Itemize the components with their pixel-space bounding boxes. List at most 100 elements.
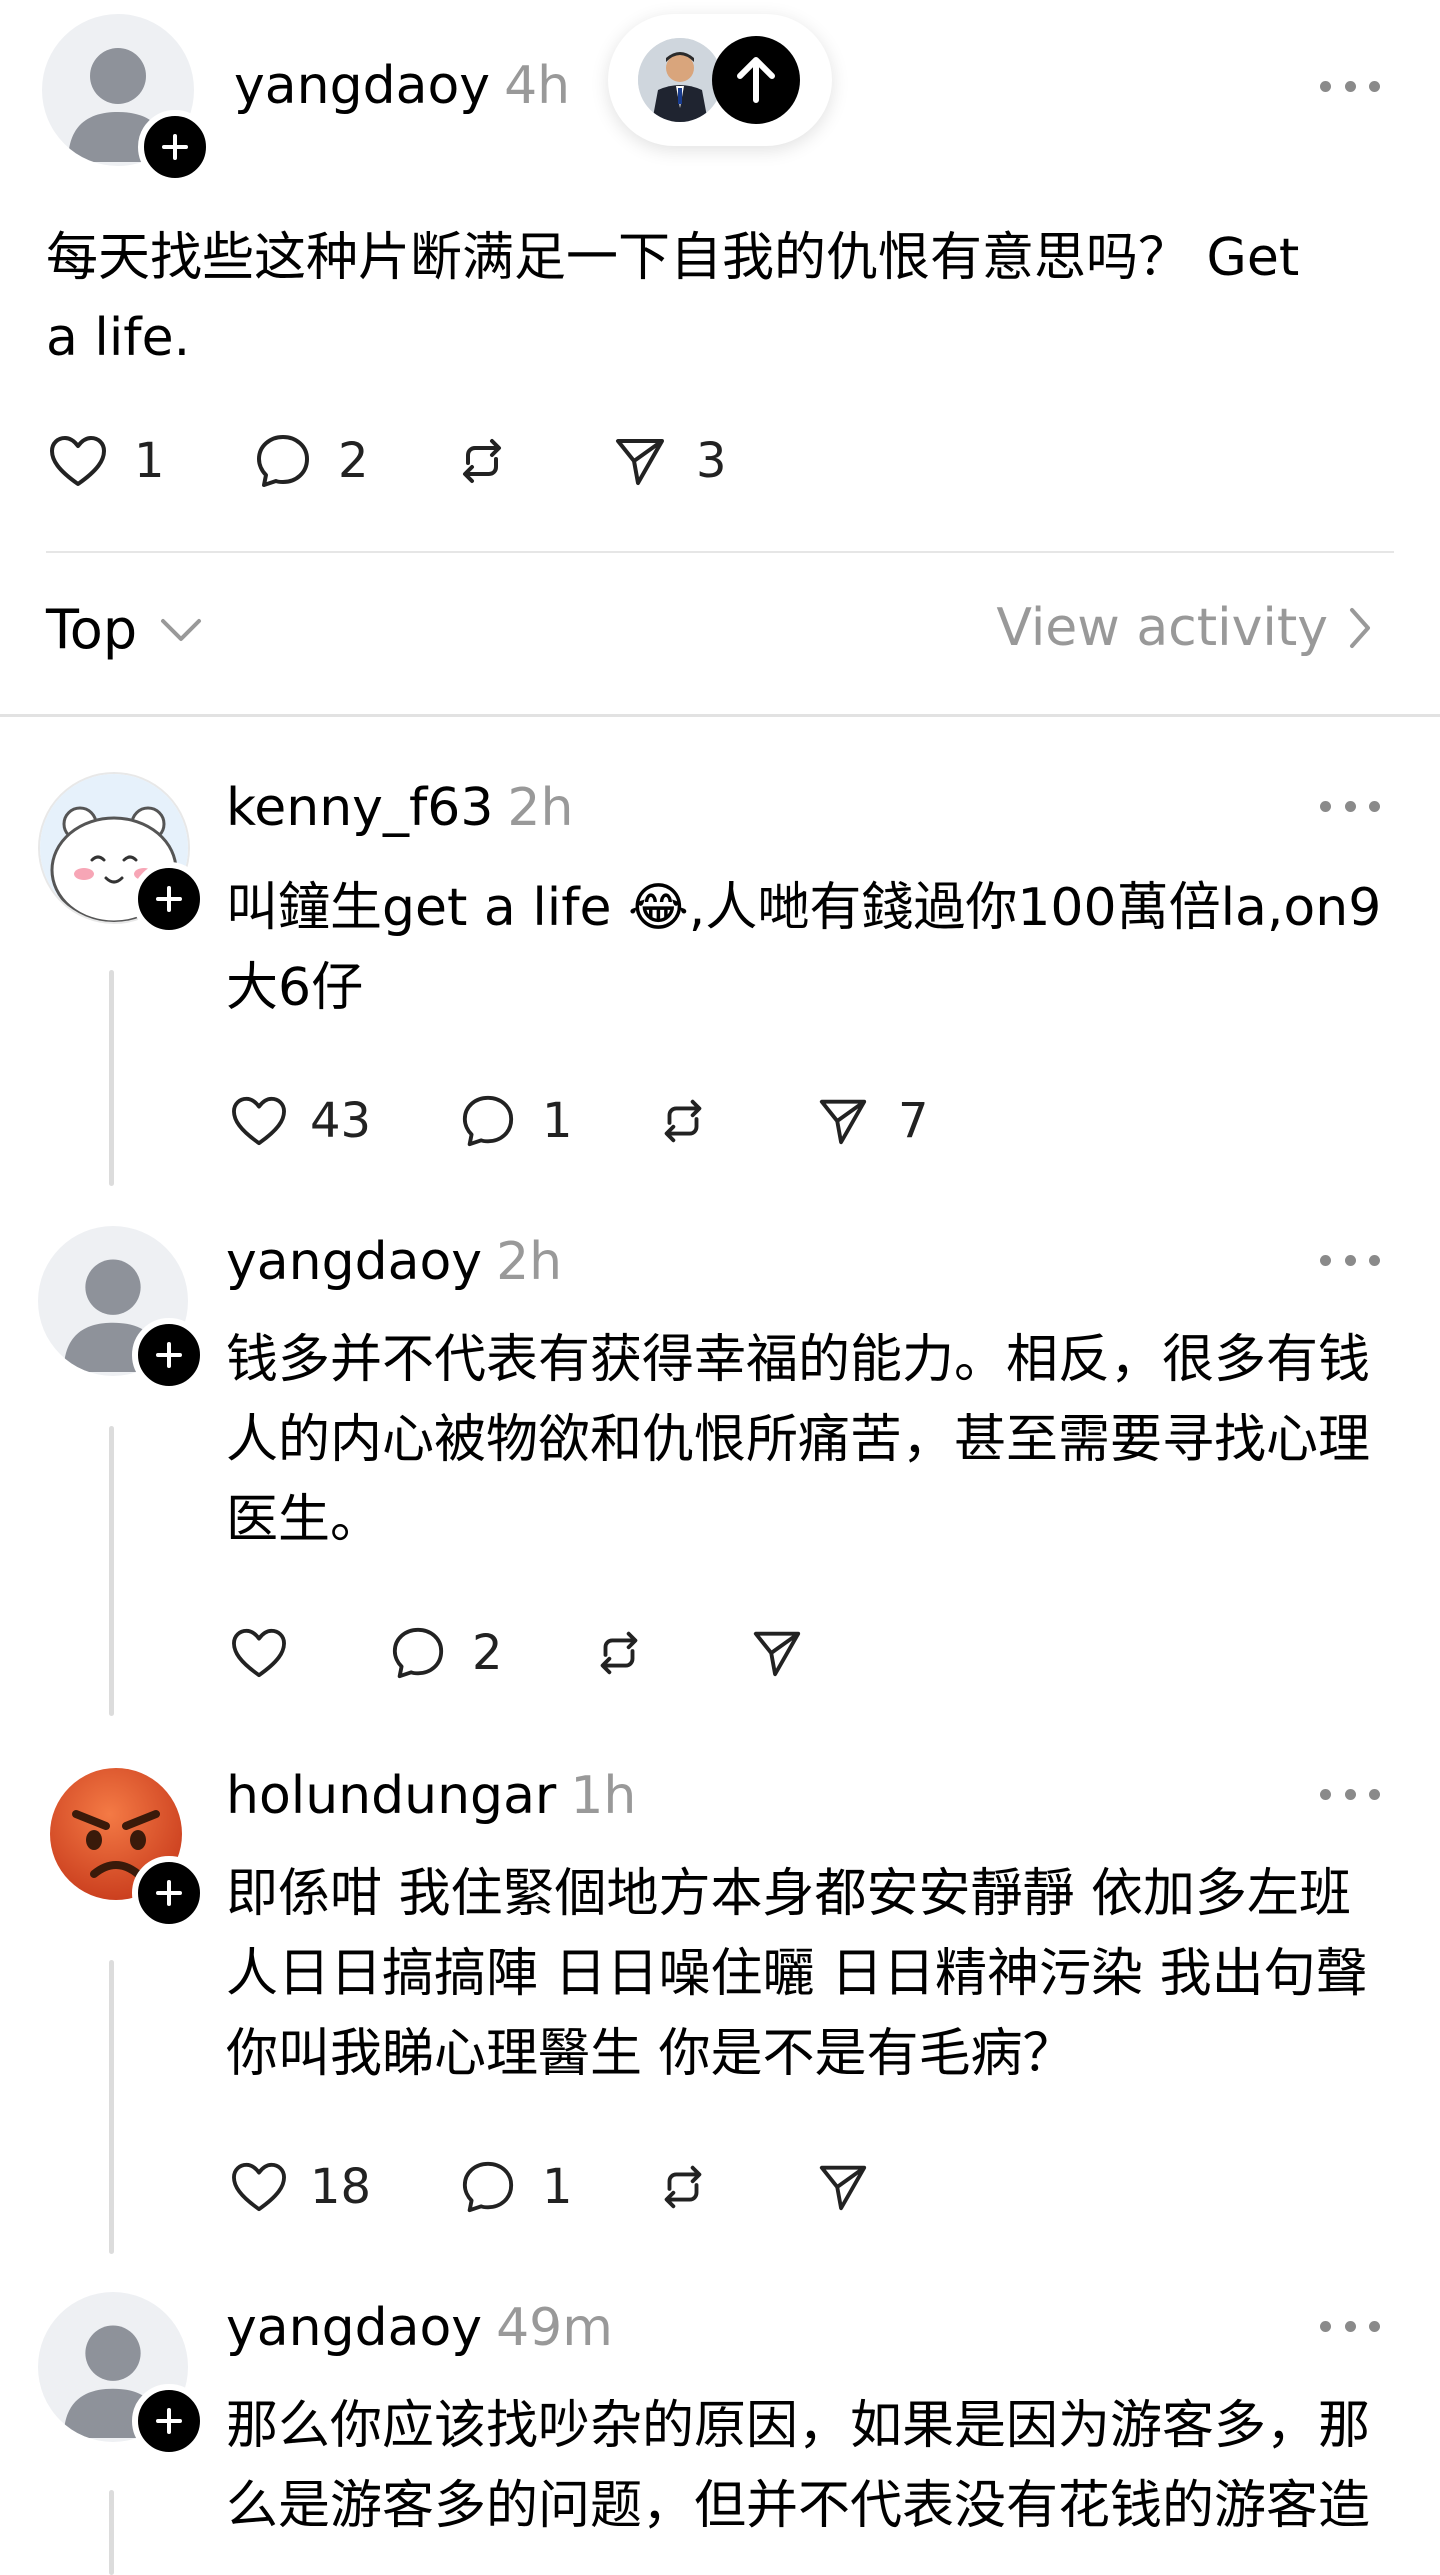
share-count: 3: [696, 433, 727, 489]
thread-line: [109, 1960, 114, 2254]
comment-body: 即係咁 我住緊個地方本身都安安靜靜 依加多左班 人日日搞搞陣 日日噪住曬 日日精…: [226, 1854, 1426, 2094]
like-button[interactable]: [230, 1627, 390, 1679]
sort-dropdown[interactable]: Top: [46, 598, 203, 661]
comment-avatar[interactable]: [46, 1764, 206, 1930]
section-divider: [0, 714, 1440, 717]
comment-text-line: 大6仔: [226, 958, 364, 1018]
comment-avatar[interactable]: [38, 1226, 206, 1392]
repost-button[interactable]: [656, 2160, 816, 2214]
post-author-line: yangdaoy 4h: [234, 56, 570, 116]
repost-button[interactable]: [592, 1626, 750, 1680]
thread-line: [109, 1426, 114, 1716]
chevron-down-icon: [161, 618, 202, 641]
reply-button[interactable]: 1: [460, 2159, 656, 2215]
post-actions: 1 2 3: [48, 426, 727, 496]
comment-actions: 43 1 7: [230, 1086, 929, 1156]
comment-avatar[interactable]: [38, 2292, 206, 2458]
comment-author-name[interactable]: yangdaoy: [226, 2298, 482, 2358]
send-icon: [819, 2165, 867, 2211]
repost-button[interactable]: [656, 1094, 816, 1148]
up-arrow-icon[interactable]: [712, 36, 800, 124]
follow-plus-icon[interactable]: [132, 1856, 206, 1930]
comment-text-line: 你叫我睇心理醫生 你是不是有毛病？: [226, 2024, 1075, 2084]
share-count: 7: [898, 1093, 929, 1149]
comment-text-line: 医生。: [226, 1490, 383, 1550]
send-icon: [819, 1099, 867, 1145]
reply-button[interactable]: 2: [390, 1625, 592, 1681]
post-divider: [46, 551, 1394, 553]
comment-timestamp: 1h: [570, 1766, 637, 1826]
share-button[interactable]: 3: [612, 433, 727, 489]
follow-plus-icon[interactable]: [138, 110, 212, 184]
comment-timestamp: 2h: [496, 1232, 563, 1292]
comment-author-name[interactable]: kenny_f63: [226, 778, 493, 838]
scroll-to-top-pill[interactable]: [608, 14, 832, 146]
view-activity-label: View activity: [996, 598, 1328, 658]
comment-more-icon[interactable]: [1320, 1250, 1380, 1270]
follow-plus-icon[interactable]: [132, 1318, 206, 1392]
like-count: 18: [310, 2159, 372, 2215]
reply-button[interactable]: 2: [254, 432, 454, 490]
post-author-name[interactable]: yangdaoy: [234, 56, 490, 116]
comment-author-name[interactable]: holundungar: [226, 1766, 556, 1826]
comment-timestamp: 2h: [507, 778, 574, 838]
comment-more-icon[interactable]: [1320, 1784, 1380, 1804]
comment-text-line: 钱多并不代表有获得幸福的能力。相反，很多有钱: [226, 1330, 1371, 1390]
comment-author-line: yangdaoy 49m: [226, 2298, 613, 2358]
comment-text-line: 那么你应该找吵杂的原因，如果是因为游客多，那: [226, 2396, 1371, 2456]
comment-icon: [462, 1095, 514, 1147]
view-activity-link[interactable]: View activity: [996, 598, 1372, 658]
post-more-icon[interactable]: [1320, 76, 1380, 96]
like-button[interactable]: 18: [230, 2159, 460, 2215]
comment-text-line: 人日日搞搞陣 日日噪住曬 日日精神污染 我出句聲: [226, 1944, 1368, 2004]
like-button[interactable]: 1: [48, 433, 254, 489]
sort-label: Top: [46, 598, 138, 661]
heart-icon: [232, 1096, 286, 1146]
post-author-avatar[interactable]: [42, 14, 212, 184]
comment-body: 那么你应该找吵杂的原因，如果是因为游客多，那 么是游客多的问题，但并不代表没有花…: [226, 2386, 1426, 2575]
reply-count: 1: [542, 2159, 573, 2215]
comment-avatar[interactable]: [38, 772, 206, 936]
share-button[interactable]: [750, 1626, 804, 1680]
comment-actions: 18 1: [230, 2152, 870, 2222]
repost-button[interactable]: [454, 433, 612, 489]
like-button[interactable]: 43: [230, 1093, 460, 1149]
send-icon: [616, 439, 664, 485]
repost-icon: [463, 439, 501, 483]
reply-button[interactable]: 1: [460, 1093, 656, 1149]
comment-body: 钱多并不代表有获得幸福的能力。相反，很多有钱 人的内心被物欲和仇恨所痛苦，甚至需…: [226, 1320, 1426, 1560]
comment-author-name[interactable]: yangdaoy: [226, 1232, 482, 1292]
post-text-line: a life.: [46, 308, 191, 368]
share-button[interactable]: [816, 2160, 870, 2214]
comment-timestamp: 49m: [496, 2298, 613, 2358]
post-text-line: 每天找些这种片断满足一下自我的仇恨有意思吗？ Get: [46, 228, 1300, 288]
comment-icon: [462, 2161, 514, 2213]
reply-count: 2: [338, 433, 369, 489]
comment-more-icon[interactable]: [1320, 796, 1380, 816]
heart-icon: [232, 1628, 286, 1678]
follow-plus-icon[interactable]: [132, 2384, 206, 2458]
reply-count: 2: [472, 1625, 503, 1681]
comment-author-line: holundungar 1h: [226, 1766, 636, 1826]
heart-icon: [232, 2162, 286, 2212]
comment-text-line: 人的内心被物欲和仇恨所痛苦，甚至需要寻找心理: [226, 1410, 1371, 1470]
like-count: 43: [310, 1093, 372, 1149]
comment-icon: [392, 1627, 444, 1679]
repost-icon: [664, 1099, 702, 1143]
post-timestamp: 4h: [504, 56, 571, 116]
comment-actions: 2: [230, 1618, 804, 1688]
reply-count: 1: [542, 1093, 573, 1149]
share-button[interactable]: 7: [816, 1093, 929, 1149]
comment-text-line: 么是游客多的问题，但并不代表没有花钱的游客造: [226, 2476, 1371, 2536]
thread-line: [109, 2490, 114, 2575]
like-count: 1: [134, 433, 165, 489]
comment-author-line: yangdaoy 2h: [226, 1232, 562, 1292]
chevron-right-icon: [1350, 608, 1370, 648]
comment-more-icon[interactable]: [1320, 2316, 1380, 2336]
comment-body: 叫鐘生get a life 😂,人哋有錢過你100萬倍la,on9 大6仔: [226, 868, 1416, 1028]
pill-user-photo: [638, 38, 722, 122]
repost-icon: [664, 2165, 702, 2209]
follow-plus-icon[interactable]: [132, 862, 206, 936]
comment-icon: [257, 435, 309, 487]
comment-author-line: kenny_f63 2h: [226, 778, 573, 838]
